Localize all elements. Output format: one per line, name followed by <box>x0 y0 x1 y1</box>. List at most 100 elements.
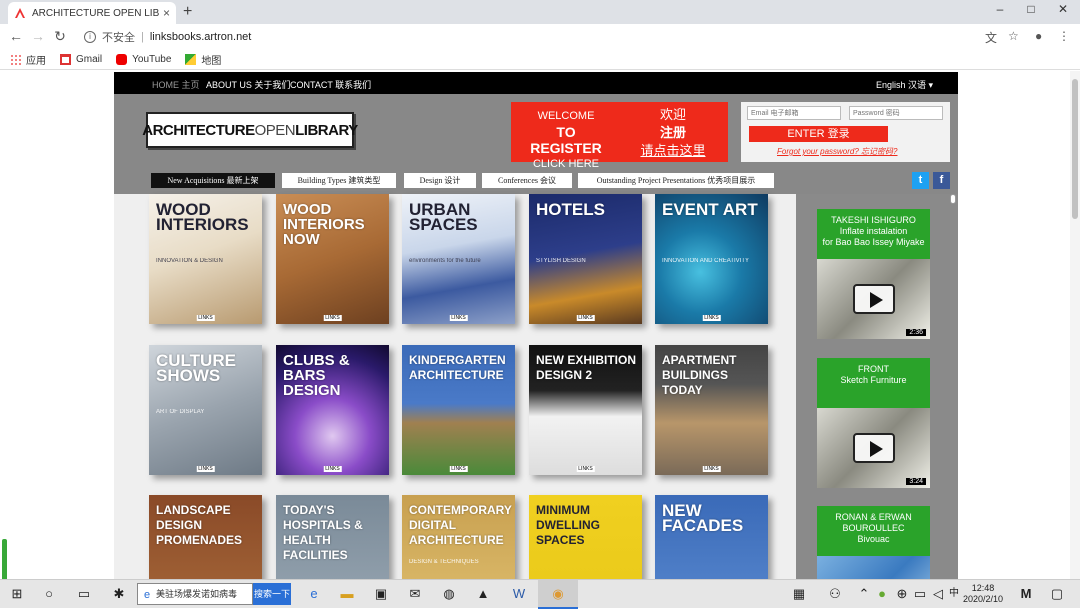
tab-close-icon[interactable]: × <box>163 6 170 20</box>
video-card[interactable]: TAKESHI ISHIGURO Inflate instalation for B… <box>817 209 930 339</box>
play-icon[interactable] <box>853 284 895 314</box>
taskbar-search-input[interactable]: 美驻场爆发诺如病毒 <box>137 583 253 605</box>
scrollbar-thumb[interactable] <box>1072 79 1078 219</box>
tab-outstanding-projects[interactable]: Outstanding Project Presentations 优秀项目展示 <box>578 173 774 188</box>
browser-tab[interactable]: ARCHITECTURE OPEN LIBRARY × <box>8 2 176 24</box>
language-selector[interactable]: English 汉语 ▾ <box>876 78 933 91</box>
bookmark-maps[interactable]: 地图 <box>185 52 221 67</box>
maximize-button[interactable]: □ <box>1016 2 1046 16</box>
person-icon[interactable]: ⚇ <box>826 585 844 603</box>
minimize-button[interactable]: – <box>985 2 1015 16</box>
windows-start-icon[interactable]: ⊞ <box>8 585 26 603</box>
bookmark-label: 应用 <box>26 56 46 67</box>
enter-button[interactable]: ENTER 登录 <box>749 126 888 142</box>
tab-design[interactable]: Design 设计 <box>404 173 476 188</box>
search-button[interactable]: 搜索一下 <box>253 583 291 605</box>
app-icon-globe[interactable]: ◍ <box>440 585 458 603</box>
to-register-line: TO REGISTER <box>530 124 602 156</box>
facebook-icon[interactable]: f <box>933 172 950 189</box>
edge-icon[interactable]: e <box>305 585 323 603</box>
video-title-line: FRONT <box>858 364 889 374</box>
pinwheel-app-icon[interactable]: ✱ <box>110 585 128 603</box>
search-text: 美驻场爆发诺如病毒 <box>156 589 238 599</box>
nav-contact[interactable]: CONTACT 联系我们 <box>290 78 371 91</box>
play-icon[interactable] <box>853 433 895 463</box>
book-cover[interactable]: EVENT ART INNOVATION AND CREATIVITY LINKS <box>655 194 768 324</box>
password-field[interactable] <box>849 106 943 120</box>
new-tab-button[interactable]: + <box>183 3 192 21</box>
tray-m-icon[interactable]: M <box>1017 585 1035 603</box>
windows-taskbar: ⊞ ○ ▭ ✱ 美驻场爆发诺如病毒 e 搜索一下 e ▬ ▣ ✉ ◍ ▲ W ◉… <box>0 579 1080 609</box>
click-here-zh-link[interactable]: 请点击这里 <box>635 142 711 160</box>
book-title: MINIMUM DWELLING SPACES <box>536 503 600 547</box>
url-text[interactable]: linksbooks.artron.net <box>150 31 252 43</box>
tab-new-acquisitions[interactable]: New Acquisitions 最新上架 <box>151 173 275 188</box>
tab-conferences[interactable]: Conferences 会议 <box>482 173 572 188</box>
bookmark-gmail[interactable]: Gmail <box>60 54 102 65</box>
mail-icon[interactable]: ✉ <box>406 585 424 603</box>
book-cover[interactable]: NEW FACADES <box>655 495 768 579</box>
book-cover[interactable]: TODAY'S HOSPITALS & HEALTH FACILITIES <box>276 495 389 579</box>
book-subtitle: STYLISH DESIGN <box>536 258 586 264</box>
maps-icon <box>185 54 197 65</box>
chrome-taskbar-item[interactable]: ◉ <box>538 580 578 609</box>
nav-about[interactable]: ABOUT US 关于我们 <box>206 78 290 91</box>
scroll-indicator <box>2 539 7 579</box>
forward-button[interactable]: → <box>30 28 46 44</box>
info-icon[interactable]: i <box>84 31 96 43</box>
book-cover[interactable]: APARTMENT BUILDINGS TODAY LINKS <box>655 345 768 475</box>
book-cover[interactable]: NEW EXHIBITION DESIGN 2 LINKS <box>529 345 642 475</box>
bookmark-star-icon[interactable]: ☆ <box>1008 29 1019 43</box>
bookmark-apps[interactable]: 应用 <box>10 52 46 67</box>
task-view-icon[interactable]: ▭ <box>75 585 93 603</box>
book-cover[interactable]: LANDSCAPE DESIGN PROMENADES <box>149 495 262 579</box>
photos-icon[interactable]: ▲ <box>474 585 492 603</box>
publisher-label: LINKS <box>576 315 595 321</box>
taskbar-clock[interactable]: 12:48 2020/2/10 <box>952 583 1014 605</box>
cortana-icon[interactable]: ○ <box>40 585 58 603</box>
video-card[interactable]: RONAN & ERWAN BOUROULLEC Bivouac <box>817 506 930 579</box>
email-field[interactable] <box>747 106 841 120</box>
book-cover[interactable]: WOOD INTERIORS NOW LINKS <box>276 194 389 324</box>
nav-home[interactable]: HOME 主页 <box>152 78 200 91</box>
bookmarks-bar: 应用 Gmail YouTube 地图 <box>0 50 1080 70</box>
chrome-icon: ◉ <box>552 586 564 601</box>
site-logo[interactable]: ARCHITECTURE OPEN LIBRARY <box>142 112 358 148</box>
profile-icon[interactable]: ● <box>1035 29 1042 43</box>
notification-icon[interactable]: ▢ <box>1048 585 1066 603</box>
file-explorer-icon[interactable]: ▬ <box>338 585 356 603</box>
book-cover[interactable]: MINIMUM DWELLING SPACES <box>529 495 642 579</box>
address-bar[interactable]: i 不安全 | linksbooks.artron.net <box>74 26 1064 48</box>
logo-text-architecture: ARCHITECTURE <box>142 121 255 139</box>
reload-button[interactable]: ↻ <box>52 28 68 45</box>
page-scrollbar[interactable] <box>1070 71 1080 579</box>
store-icon[interactable]: ▣ <box>372 585 390 603</box>
book-cover[interactable]: HOTELS STYLISH DESIGN LINKS <box>529 194 642 324</box>
book-cover[interactable]: CONTEMPORARY DIGITAL ARCHITECTURE DESIGN … <box>402 495 515 579</box>
network-icon[interactable]: ⊕ <box>893 585 911 603</box>
book-cover[interactable]: KINDERGARTEN ARCHITECTURE LINKS <box>402 345 515 475</box>
publisher-label: LINKS <box>196 466 215 472</box>
book-cover[interactable]: URBAN SPACES environments for the future L… <box>402 194 515 324</box>
book-cover[interactable]: CULTURE SHOWS ART OF DISPLAY LINKS <box>149 345 262 475</box>
translate-icon[interactable]: 文 <box>985 29 997 46</box>
battery-icon[interactable]: ▭ <box>911 585 929 603</box>
book-cover[interactable]: CLUBS & BARS DESIGN LINKS <box>276 345 389 475</box>
video-title-block: FRONT Sketch Furniture <box>817 358 930 408</box>
back-button[interactable]: ← <box>8 28 24 44</box>
show-hidden-icons[interactable]: ⌃ <box>855 585 873 603</box>
twitter-icon[interactable]: t <box>912 172 929 189</box>
forgot-password-link[interactable]: Forgot your password? 忘记密码? <box>777 146 898 157</box>
close-window-button[interactable]: ✕ <box>1048 2 1078 16</box>
bookmark-youtube[interactable]: YouTube <box>116 54 171 65</box>
content-scroll-handle[interactable] <box>950 194 956 204</box>
book-cover[interactable]: WOOD INTERIORS INNOVATION & DESIGN LINKS <box>149 194 262 324</box>
video-duration: 2:36 <box>906 329 926 336</box>
tray-app-icon[interactable]: ▦ <box>790 585 808 603</box>
security-icon[interactable]: ● <box>873 585 891 603</box>
register-banner[interactable]: WELCOME TO REGISTER CLICK HERE 欢迎 注册 请点击… <box>511 102 728 170</box>
video-card[interactable]: FRONT Sketch Furniture 3:24 <box>817 358 930 488</box>
menu-kebab-icon[interactable]: ⋮ <box>1058 29 1070 43</box>
word-icon[interactable]: W <box>510 585 528 603</box>
tab-building-types[interactable]: Building Types 建筑类型 <box>282 173 396 188</box>
